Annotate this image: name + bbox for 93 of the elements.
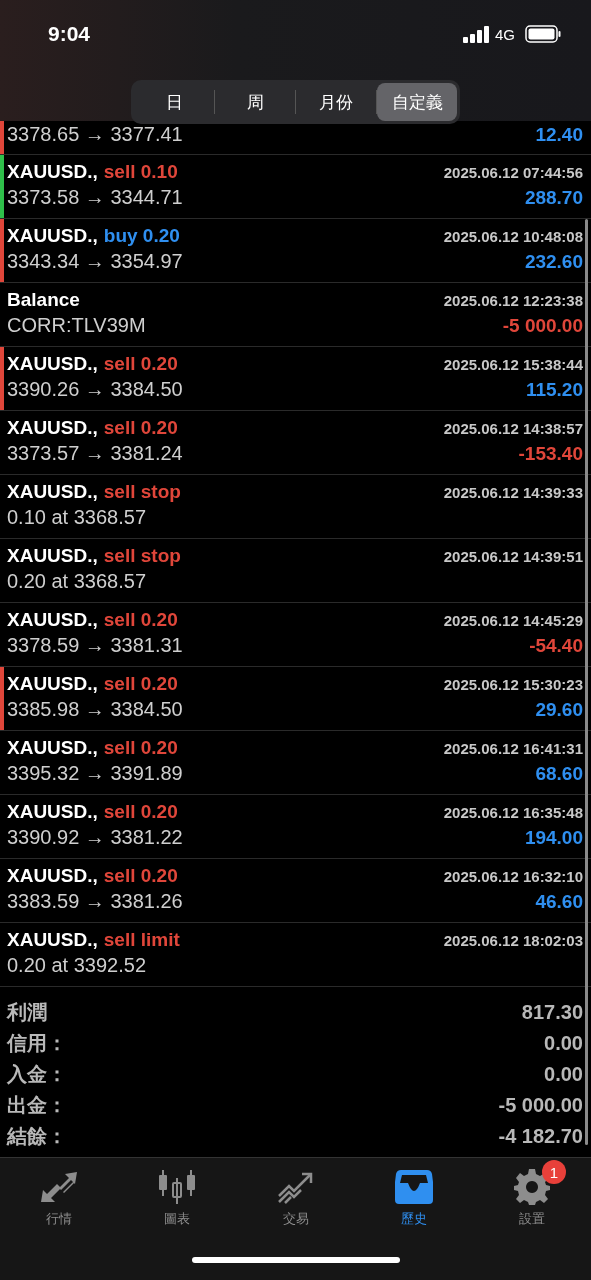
deal-time: 2025.06.12 07:44:56: [443, 164, 583, 181]
deal-prices: 0.10 at 3368.57: [7, 506, 146, 529]
deal-symbol: XAUUSD.,: [7, 609, 98, 631]
status-time: 9:04: [48, 22, 91, 46]
deal-time: 2025.06.12 15:38:44: [443, 356, 583, 373]
deal-prices: 3373.58 → 3344.71: [7, 186, 183, 209]
deal-prices: 3390.92 → 3381.22: [7, 826, 183, 849]
deal-profit: 46.60: [535, 891, 583, 913]
summary-label: 利潤: [7, 1000, 47, 1025]
deal-prices: 3385.98 → 3384.50: [7, 698, 183, 721]
deal-prices: 3378.59 → 3381.31: [7, 634, 183, 657]
deal-action: sell 0.20: [103, 353, 178, 375]
deal-profit: 288.70: [524, 187, 583, 209]
deal-profit: 29.60: [535, 699, 583, 721]
deal-time: 2025.06.12 16:41:31: [443, 740, 583, 757]
deal-action: sell stop: [103, 481, 181, 503]
deal-symbol: XAUUSD.,: [7, 161, 98, 183]
deal-time: 2025.06.12 16:35:48: [443, 804, 583, 821]
deal-profit: -54.40: [529, 635, 583, 657]
deal-action: sell 0.20: [103, 673, 178, 695]
deal-time: 2025.06.12 10:48:08: [443, 228, 583, 245]
summary-label: 出金：: [7, 1093, 67, 1118]
summary-value: 0.00: [544, 1063, 583, 1086]
deal-prices: 0.20 at 3368.57: [7, 570, 146, 593]
period-tab[interactable]: 日: [134, 83, 214, 121]
deal-profit: 194.00: [524, 827, 583, 849]
period-tab[interactable]: 月份: [296, 83, 376, 121]
summary-label: 信用：: [7, 1031, 67, 1056]
deal-action: buy 0.20: [103, 225, 180, 247]
tab-bar-item[interactable]: 圖表: [137, 1168, 218, 1228]
network-label: 4G: [495, 25, 515, 43]
summary-value: -4 182.70: [498, 1125, 583, 1148]
deal-symbol: XAUUSD.,: [7, 417, 98, 439]
deal-time: 2025.06.12 14:39:51: [443, 548, 583, 565]
deal-profit: 68.60: [535, 763, 583, 785]
deal-time: 2025.06.12 12:23:38: [443, 292, 583, 309]
deal-prices: 3373.57 → 3381.24: [7, 442, 183, 465]
summary-label: 入金：: [7, 1062, 67, 1087]
deal-symbol: XAUUSD.,: [7, 673, 98, 695]
deal-profit: -153.40: [518, 443, 583, 465]
deal-prices: CORR:TLV39M: [7, 314, 146, 337]
tab-bar-item[interactable]: 歷史: [373, 1168, 454, 1228]
deal-symbol: XAUUSD.,: [7, 929, 98, 951]
summary-value: 817.30: [521, 1001, 583, 1024]
deal-action: sell 0.10: [103, 161, 178, 183]
deal-time: 2025.06.12 15:30:23: [443, 676, 583, 693]
deal-time: 2025.06.12 16:32:10: [443, 868, 583, 885]
deal-time: 2025.06.12 14:38:57: [443, 420, 583, 437]
deal-action: sell 0.20: [103, 609, 178, 631]
candlestick-icon: [158, 1170, 197, 1204]
deal-prices: 3378.65 → 3377.41: [7, 123, 183, 146]
deal-prices: 0.20 at 3392.52: [7, 954, 146, 977]
deal-action: sell stop: [103, 545, 181, 567]
double-arrow-icon: [39, 1170, 80, 1204]
deal-prices: 3390.26 → 3384.50: [7, 378, 183, 401]
signal-icon: [463, 25, 490, 43]
deal-action: sell 0.20: [103, 417, 178, 439]
deal-symbol: XAUUSD.,: [7, 545, 98, 567]
deal-time: 2025.06.12 14:39:33: [443, 484, 583, 501]
deal-symbol: XAUUSD.,: [7, 353, 98, 375]
deal-action: sell limit: [103, 929, 180, 951]
deal-action: sell 0.20: [103, 737, 178, 759]
deal-prices: 3383.59 → 3381.26: [7, 890, 183, 913]
deal-profit: 12.40: [535, 124, 583, 146]
deal-profit: -5 000.00: [502, 315, 583, 337]
deal-time: 2025.06.12 14:45:29: [443, 612, 583, 629]
summary-value: -5 000.00: [498, 1094, 583, 1117]
deal-time: 2025.06.12 18:02:03: [443, 932, 583, 949]
deal-action: sell 0.20: [103, 865, 178, 887]
deal-symbol: XAUUSD.,: [7, 737, 98, 759]
deal-profit: 115.20: [525, 379, 583, 401]
deal-symbol: Balance: [7, 289, 80, 311]
battery-icon: [525, 25, 561, 43]
deal-row[interactable]: 3378.65 → 3377.41 12.40: [0, 121, 591, 155]
gear-icon: [513, 1169, 550, 1205]
tab-bar-item[interactable]: 交易: [255, 1168, 336, 1228]
deal-prices: 3395.32 → 3391.89: [7, 762, 183, 785]
deal-row[interactable]: XAUUSD., sell 0.10 2025.06.12 07:44:56 3373.58 → 3344.71 288.70: [0, 155, 591, 219]
tab-bar-item[interactable]: 行情: [19, 1168, 100, 1228]
summary-value: 0.00: [544, 1032, 583, 1055]
deal-action: sell 0.20: [103, 801, 178, 823]
deal-symbol: XAUUSD.,: [7, 801, 98, 823]
deal-prices: 3343.34 → 3354.97: [7, 250, 183, 273]
deal-symbol: XAUUSD.,: [7, 865, 98, 887]
summary-label: 結餘：: [7, 1124, 67, 1149]
deal-profit: 232.60: [524, 251, 583, 273]
period-tab[interactable]: 自定義: [377, 83, 457, 121]
deal-symbol: XAUUSD.,: [7, 481, 98, 503]
period-tab[interactable]: 周: [215, 83, 295, 121]
deal-symbol: XAUUSD.,: [7, 225, 98, 247]
notification-badge: 1: [541, 1160, 566, 1184]
trend-arrow-icon: [276, 1170, 315, 1204]
inbox-tray-icon: [394, 1170, 433, 1204]
